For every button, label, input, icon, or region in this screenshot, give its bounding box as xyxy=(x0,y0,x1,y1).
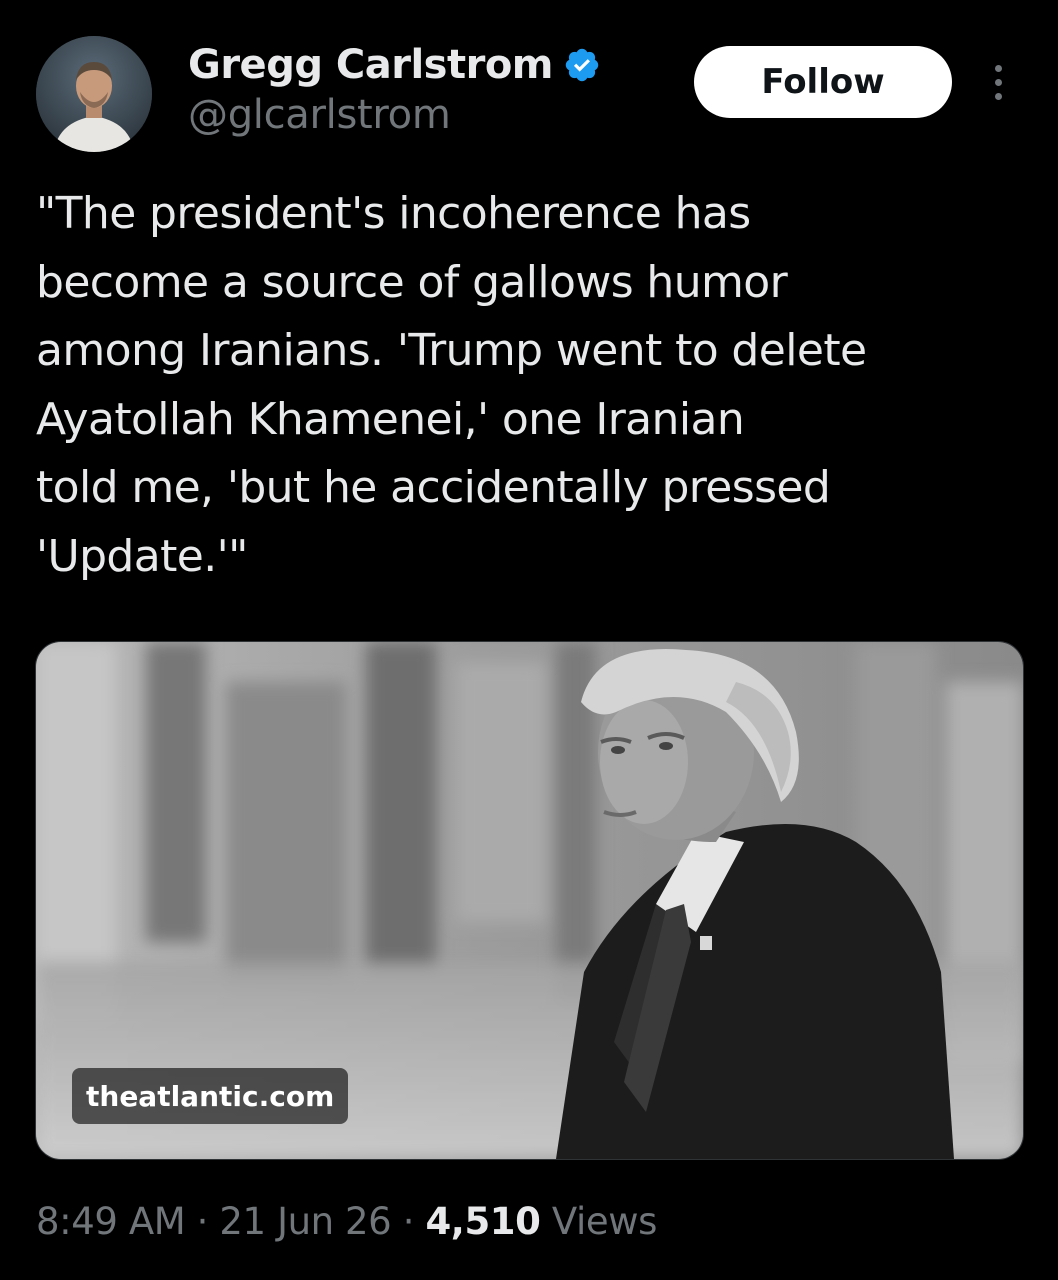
avatar-image xyxy=(36,36,152,152)
views-count[interactable]: 4,510 xyxy=(425,1200,540,1243)
tweet-text: "The president's incoherence has become … xyxy=(36,188,867,582)
tweet: Gregg Carlstrom @glcarlstrom Follow "The… xyxy=(0,0,1058,1280)
tweet-date[interactable]: 21 Jun 26 xyxy=(219,1200,391,1243)
tweet-metadata: 8:49 AM · 21 Jun 26 · 4,510 Views xyxy=(36,1200,657,1243)
more-dot xyxy=(994,64,1002,72)
follow-button[interactable]: Follow xyxy=(694,46,952,118)
meta-separator: · xyxy=(402,1200,415,1243)
views-label: Views xyxy=(551,1200,657,1243)
more-dot xyxy=(994,92,1002,100)
meta-separator: · xyxy=(196,1200,209,1243)
avatar[interactable] xyxy=(36,36,152,152)
link-card[interactable]: theatlantic.com xyxy=(35,641,1024,1160)
verified-badge-icon[interactable] xyxy=(563,46,601,84)
more-vertical-icon[interactable] xyxy=(980,58,1016,106)
author-handle[interactable]: @glcarlstrom xyxy=(188,92,451,138)
author-name-row: Gregg Carlstrom xyxy=(188,38,601,92)
link-domain-badge: theatlantic.com xyxy=(72,1068,349,1124)
tweet-time[interactable]: 8:49 AM xyxy=(36,1200,186,1243)
author-display-name[interactable]: Gregg Carlstrom xyxy=(188,42,553,88)
more-dot xyxy=(994,78,1002,86)
